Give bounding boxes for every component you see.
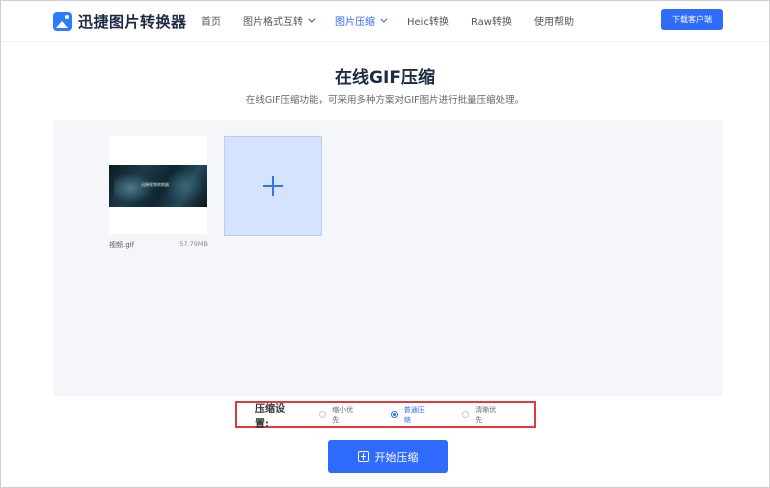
logo[interactable]: 迅捷图片转换器 [53, 11, 187, 31]
upload-panel[interactable]: 迅捷视频转换器 视频.gif 57.79MB [54, 120, 722, 396]
radio-label: 缩小优先 [332, 405, 354, 424]
nav-label: 首页 [201, 16, 221, 28]
radio-clarity-priority[interactable]: 清晰优先 [462, 405, 502, 425]
top-navbar: 迅捷图片转换器 首页 图片格式互转 图片压缩 Heic转换 Raw转换 使用帮助… [1, 1, 769, 42]
radio-circle-icon [319, 411, 327, 418]
radio-checked-icon [390, 411, 398, 418]
logo-text: 迅捷图片转换器 [78, 12, 187, 31]
chevron-down-icon [380, 15, 388, 23]
radio-label: 普通压缩 [403, 405, 425, 424]
radio-normal-compress[interactable]: 普通压缩 [390, 405, 431, 425]
nav-item-format-convert[interactable]: 图片格式互转 [243, 1, 316, 39]
download-client-button[interactable]: 下载客户端 [661, 9, 723, 30]
start-compress-label: 开始压缩 [374, 451, 419, 464]
start-compress-button[interactable]: 开始压缩 [328, 440, 448, 473]
nav-item-home[interactable]: 首页 [201, 1, 221, 39]
radio-circle-icon [462, 411, 470, 418]
page-subtitle: 在线GIF压缩功能，可采用多种方案对GIF图片进行批量压缩处理。 [245, 95, 525, 106]
nav-label: 图片格式互转 [243, 16, 303, 28]
compression-settings: 压缩设置: 缩小优先 普通压缩 清晰优先 [235, 401, 536, 430]
thumbnail-caption: 迅捷视频转换器 [141, 182, 169, 187]
plus-icon [263, 176, 283, 196]
nav-label: Raw转换 [470, 16, 512, 28]
nav-label: 图片压缩 [335, 16, 375, 28]
radio-size-priority[interactable]: 缩小优先 [319, 405, 359, 425]
gif-thumbnail: 迅捷视频转换器 [109, 165, 207, 207]
main-nav: 首页 图片格式互转 图片压缩 Heic转换 Raw转换 使用帮助 [201, 1, 596, 39]
nav-label: Heic转换 [407, 16, 449, 28]
image-icon [53, 11, 72, 31]
page-title: 在线GIF压缩 [335, 68, 435, 88]
add-file-button[interactable] [224, 136, 322, 236]
file-size: 57.79MB [179, 240, 208, 248]
file-name: 视频.gif [109, 241, 135, 249]
radio-label: 清晰优先 [475, 405, 497, 424]
nav-item-raw-convert[interactable]: Raw转换 [471, 1, 512, 39]
file-thumbnail-card[interactable]: 迅捷视频转换器 [109, 136, 207, 234]
nav-item-image-compress[interactable]: 图片压缩 [335, 1, 388, 39]
settings-label: 压缩设置: [255, 403, 285, 430]
nav-item-heic-convert[interactable]: Heic转换 [407, 1, 449, 39]
nav-label: 使用帮助 [534, 16, 574, 28]
chevron-down-icon [308, 15, 316, 23]
compress-icon [357, 451, 369, 462]
nav-item-help[interactable]: 使用帮助 [534, 1, 574, 39]
